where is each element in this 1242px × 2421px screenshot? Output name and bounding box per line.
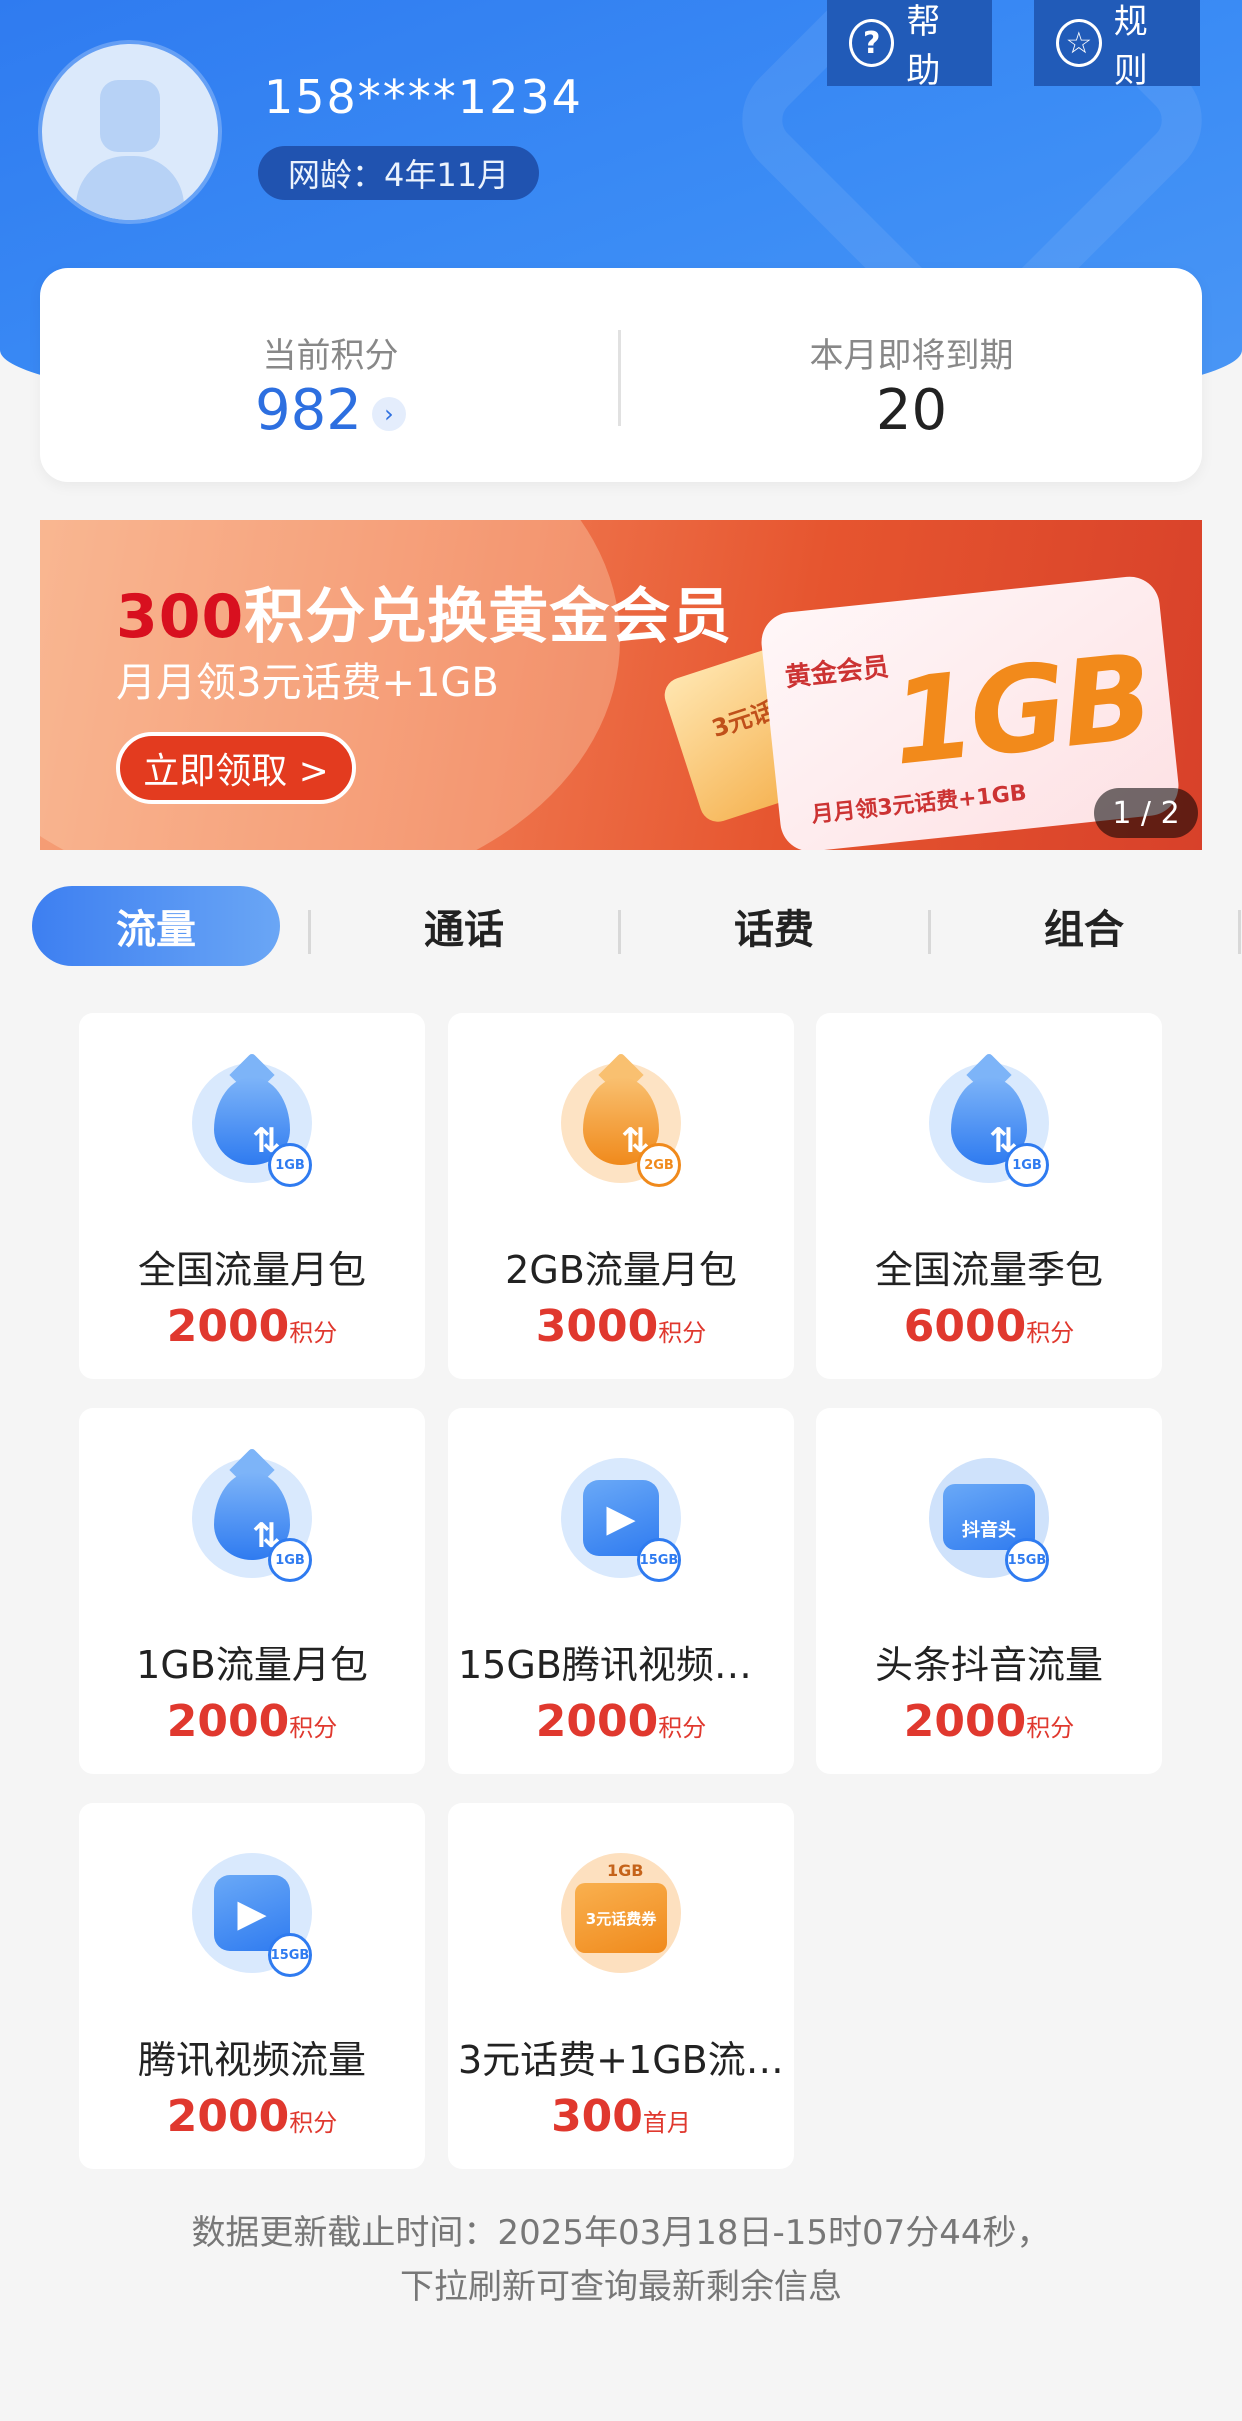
current-points-value: 982 [255, 378, 362, 443]
footer-line-1: 数据更新截止时间：2025年03月18日-15时07分44秒， [191, 2213, 1051, 2253]
rules-label: 规则 [1113, 2, 1148, 91]
badge: 1GB [268, 1538, 312, 1582]
tab-separator [928, 910, 931, 954]
product-card[interactable]: ⇅ 1GB 全国流量季包 6000积分 [816, 1013, 1162, 1379]
expiring-points-value: 20 [875, 378, 948, 443]
update-timestamp-note: 数据更新截止时间：2025年03月18日-15时07分44秒， 下拉刷新可查询最… [0, 2206, 1242, 2314]
product-price: 300首月 [551, 2091, 691, 2142]
product-card[interactable]: ⇅ 1GB 1GB流量月包 2000积分 [79, 1408, 425, 1774]
tab-data[interactable]: 流量 [32, 886, 280, 966]
expiring-points-label: 本月即将到期 [809, 336, 1014, 376]
banner-pager: 1 / 2 [1094, 788, 1198, 838]
banner-title-rest: 积分兑换黄金会员 [244, 582, 733, 652]
product-name: 全国流量季包 [874, 1248, 1103, 1292]
network-age-badge: 网龄：4年11月 [258, 146, 540, 200]
current-points-label: 当前积分 [262, 336, 399, 376]
current-points-value-row: 982 › [40, 378, 621, 443]
expiring-points: 本月即将到期 20 [621, 268, 1202, 482]
product-card[interactable]: ⇅ 2GB 2GB流量月包 3000积分 [448, 1013, 794, 1379]
product-name: 全国流量月包 [137, 1248, 366, 1292]
card-tag: 黄金会员 [783, 652, 891, 694]
product-price: 2000积分 [166, 1301, 338, 1352]
points-summary-card: 当前积分 982 › 本月即将到期 20 [40, 268, 1202, 482]
star-icon: ☆ [1056, 19, 1102, 67]
product-card[interactable]: ⇅ 1GB 全国流量月包 2000积分 [79, 1013, 425, 1379]
banner-claim-button[interactable]: 立即领取 > [116, 732, 356, 804]
help-label: 帮助 [906, 2, 941, 91]
product-name: 15GB腾讯视频定向流量 [458, 1643, 784, 1687]
product-card[interactable]: ▶ 15GB 15GB腾讯视频定向流量 2000积分 [448, 1408, 794, 1774]
banner-title: 300积分兑换黄金会员 [116, 568, 732, 655]
promo-banner[interactable]: 300积分兑换黄金会员 月月领3元话费+1GB 立即领取 > 3元话费 黄金会员… [40, 520, 1202, 850]
product-price: 2000积分 [166, 1696, 338, 1747]
rules-button[interactable]: ☆ 规则 [1034, 0, 1200, 91]
data-drop-icon: ⇅ 1GB [929, 1052, 1049, 1187]
product-name: 1GB流量月包 [136, 1643, 368, 1687]
badge: 1GB [1005, 1143, 1049, 1187]
points-mall-page: 158****1234 网龄：4年11月 ? 帮助 ☆ 规则 当前积分 982 ›… [0, 0, 1242, 2421]
video-play-icon: ▶ 15GB [561, 1458, 681, 1582]
product-card[interactable]: 抖音头 15GB 头条抖音流量 2000积分 [816, 1408, 1162, 1774]
phone-number: 158****1234 [264, 70, 583, 124]
product-card[interactable]: ▶ 15GB 腾讯视频流量 2000积分 [79, 1803, 425, 2169]
help-button[interactable]: ? 帮助 [827, 0, 992, 91]
product-price: 2000积分 [166, 2091, 338, 2142]
avatar-head [100, 80, 160, 152]
data-drop-icon: ⇅ 1GB [192, 1447, 312, 1582]
product-price: 6000积分 [903, 1301, 1075, 1352]
avatar[interactable] [42, 44, 218, 220]
tab-separator [308, 910, 311, 954]
category-tabs: 流量 通话 话费 组合 [0, 886, 1242, 966]
product-price: 3000积分 [535, 1301, 707, 1352]
product-price: 2000积分 [903, 1696, 1075, 1747]
gift-coupon-icon: 1GB 3元话费券 [561, 1853, 681, 1973]
tab-separator [1238, 910, 1241, 954]
badge: 1GB [268, 1143, 312, 1187]
data-drop-icon: ⇅ 2GB [561, 1052, 681, 1187]
avatar-body [76, 156, 184, 220]
product-name: 头条抖音流量 [874, 1643, 1103, 1687]
product-name: 腾讯视频流量 [137, 2038, 366, 2082]
video-play-icon: ▶ 15GB [192, 1853, 312, 1977]
product-name: 3元话费+1GB流量包 [458, 2038, 784, 2082]
card-big-text: 1GB [885, 627, 1156, 792]
chevron-right-icon: › [371, 396, 406, 431]
data-drop-icon: ⇅ 1GB [192, 1052, 312, 1187]
current-points[interactable]: 当前积分 982 › [40, 268, 621, 482]
badge: 15GB [1005, 1538, 1049, 1582]
banner-subtitle: 月月领3元话费+1GB [116, 660, 499, 706]
question-icon: ? [849, 19, 895, 67]
product-card[interactable]: 1GB3元话费券 3元话费+1GB流量包 300首月 [448, 1803, 794, 2169]
badge: 15GB [637, 1538, 681, 1582]
footer-line-2: 下拉刷新可查询最新剩余信息 [400, 2267, 842, 2307]
tab-calls[interactable]: 通话 [340, 886, 588, 966]
tab-bundle[interactable]: 组合 [960, 886, 1208, 966]
douyin-toutiao-icon: 抖音头 15GB [929, 1458, 1049, 1582]
badge: 2GB [637, 1143, 681, 1187]
banner-title-highlight: 300 [116, 582, 245, 652]
tab-separator [618, 910, 621, 954]
product-name: 2GB流量月包 [505, 1248, 737, 1292]
product-price: 2000积分 [535, 1696, 707, 1747]
tab-phone-credit[interactable]: 话费 [650, 886, 898, 966]
badge: 15GB [268, 1933, 312, 1977]
